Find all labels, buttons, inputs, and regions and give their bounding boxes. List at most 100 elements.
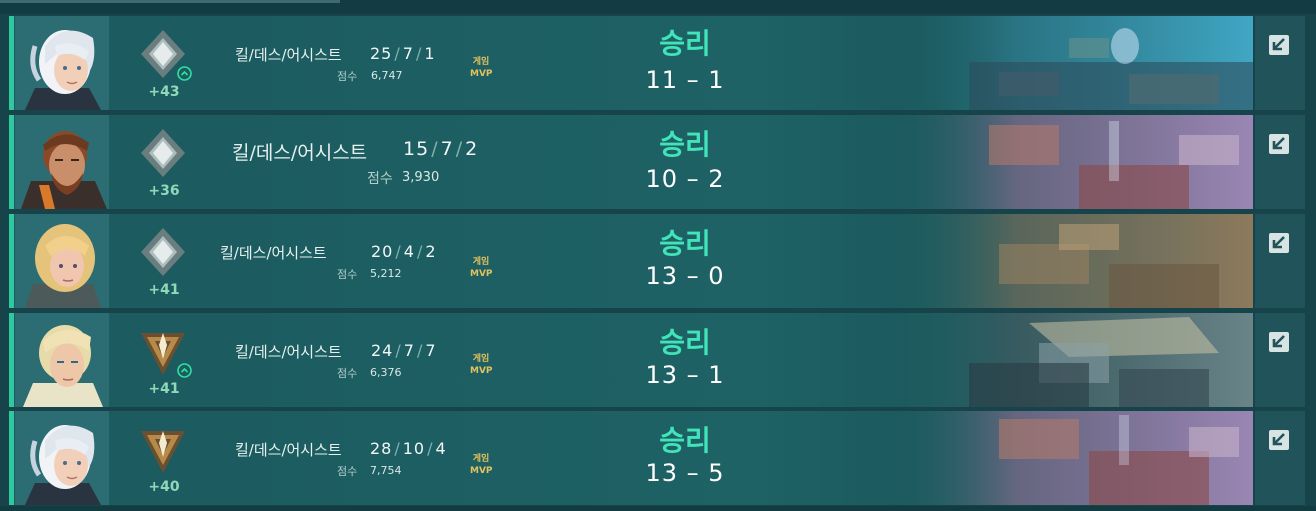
mvp-badge-line2: MVP [470, 269, 493, 279]
match-result: 승리 [659, 424, 711, 457]
match-row[interactable]: +36 킬/데스/어시스트 15/7/2 점수 3,930 승리 10 – 2 [9, 115, 1253, 209]
assists: 4 [435, 439, 447, 458]
mvp-badge-line2: MVP [470, 466, 493, 476]
kda-value: 25/7/1 [370, 44, 436, 63]
rr-change: +40 [148, 479, 180, 495]
kills: 20 [371, 242, 394, 261]
win-accent-bar [9, 115, 14, 209]
assists: 7 [425, 341, 437, 360]
agent-portrait-sova [15, 313, 109, 407]
mvp-badge-line2: MVP [470, 69, 493, 79]
match-row[interactable]: +41 킬/데스/어시스트 20/4/2 점수 5,212 게임 MVP 승리 1… [9, 214, 1253, 308]
win-accent-bar [9, 16, 14, 110]
score-label: 점수 [337, 367, 358, 380]
kda-value: 28/10/4 [370, 439, 447, 458]
mvp-badge-line1: 게임 [472, 354, 490, 364]
score-separator: – [686, 66, 700, 94]
kda-slash: / [431, 138, 439, 160]
kda-slash: / [427, 439, 434, 458]
top-bar [0, 0, 1316, 14]
external-link-icon [1269, 430, 1289, 450]
agent-portrait-jett [15, 411, 109, 505]
final-score: 10 – 2 [595, 165, 775, 193]
match-row[interactable]: +41 킬/데스/어시스트 24/7/7 점수 6,376 게임 MVP 승리 1… [9, 313, 1253, 407]
deaths: 4 [403, 242, 415, 261]
match-result: 승리 [659, 227, 711, 260]
mvp-badge-line2: MVP [470, 366, 493, 376]
mvp-badge: 게임 MVP [470, 353, 493, 377]
open-match-details-button[interactable] [1255, 214, 1305, 308]
kda-slash: / [455, 138, 464, 160]
deaths: 10 [402, 439, 426, 458]
kda-slash: / [395, 341, 402, 360]
kda-slash: / [416, 341, 424, 360]
match-result: 승리 [659, 128, 711, 161]
open-match-details-button[interactable] [1255, 411, 1305, 505]
final-score: 13 – 1 [595, 361, 775, 389]
match-row[interactable]: +40 킬/데스/어시스트 28/10/4 점수 7,754 게임 MVP 승리 … [9, 411, 1253, 505]
kda-label: 킬/데스/어시스트 [232, 142, 368, 164]
kills: 24 [371, 341, 394, 360]
kda-value: 15/7/2 [403, 138, 478, 160]
final-score: 13 – 0 [595, 262, 775, 290]
external-link-icon [1269, 134, 1289, 154]
score-value: 6,376 [370, 366, 402, 379]
rank-up-icon [177, 66, 192, 81]
score-label: 점수 [337, 70, 358, 83]
map-thumbnail [889, 313, 1253, 407]
rank-icon-silver [141, 129, 185, 177]
kda-slash: / [394, 44, 401, 63]
map-thumbnail [889, 411, 1253, 505]
final-score: 11 – 1 [595, 66, 775, 94]
match-result: 승리 [659, 27, 711, 60]
score-separator: – [686, 459, 700, 487]
score-label: 점수 [337, 465, 358, 478]
score-value: 7,754 [370, 464, 402, 477]
rr-change: +36 [148, 183, 180, 199]
score-label: 점수 [367, 171, 393, 187]
enemy-score: 2 [708, 165, 725, 193]
mvp-badge: 게임 MVP [470, 56, 493, 80]
rr-change: +43 [148, 84, 180, 100]
team-score: 11 [645, 66, 678, 94]
team-score: 13 [645, 361, 678, 389]
mvp-badge-line1: 게임 [472, 57, 490, 67]
score-value: 6,747 [371, 69, 403, 82]
assists: 1 [424, 44, 436, 63]
mvp-badge: 게임 MVP [470, 453, 493, 477]
agent-portrait-jett [15, 16, 109, 110]
kda-label: 킬/데스/어시스트 [235, 46, 342, 64]
open-match-details-button[interactable] [1255, 313, 1305, 407]
rank-up-icon [177, 363, 192, 378]
kills: 25 [370, 44, 393, 63]
external-link-icon [1269, 233, 1289, 253]
kda-slash: / [416, 242, 424, 261]
win-accent-bar [9, 313, 14, 407]
kda-label: 킬/데스/어시스트 [235, 343, 342, 361]
agent-portrait-brimstone [15, 115, 109, 209]
open-match-details-button[interactable] [1255, 16, 1305, 110]
mvp-badge-line1: 게임 [472, 257, 490, 267]
kda-value: 24/7/7 [371, 341, 437, 360]
deaths: 7 [403, 341, 415, 360]
enemy-score: 5 [708, 459, 725, 487]
assists: 2 [465, 138, 479, 160]
open-match-details-button[interactable] [1255, 115, 1305, 209]
enemy-score: 1 [708, 361, 725, 389]
mvp-badge: 게임 MVP [470, 256, 493, 280]
match-result: 승리 [659, 326, 711, 359]
rank-icon-gold [141, 431, 185, 473]
deaths: 7 [440, 138, 454, 160]
team-score: 10 [645, 165, 678, 193]
kda-slash: / [395, 242, 402, 261]
map-thumbnail [889, 214, 1253, 308]
kda-value: 20/4/2 [371, 242, 437, 261]
rr-change: +41 [148, 282, 180, 298]
score-separator: – [686, 361, 700, 389]
enemy-score: 1 [708, 66, 725, 94]
map-thumbnail [889, 16, 1253, 110]
match-row[interactable]: +43 킬/데스/어시스트 25/7/1 점수 6,747 게임 MVP 승리 1… [9, 16, 1253, 110]
team-score: 13 [645, 262, 678, 290]
score-value: 3,930 [402, 170, 440, 185]
team-score: 13 [645, 459, 678, 487]
